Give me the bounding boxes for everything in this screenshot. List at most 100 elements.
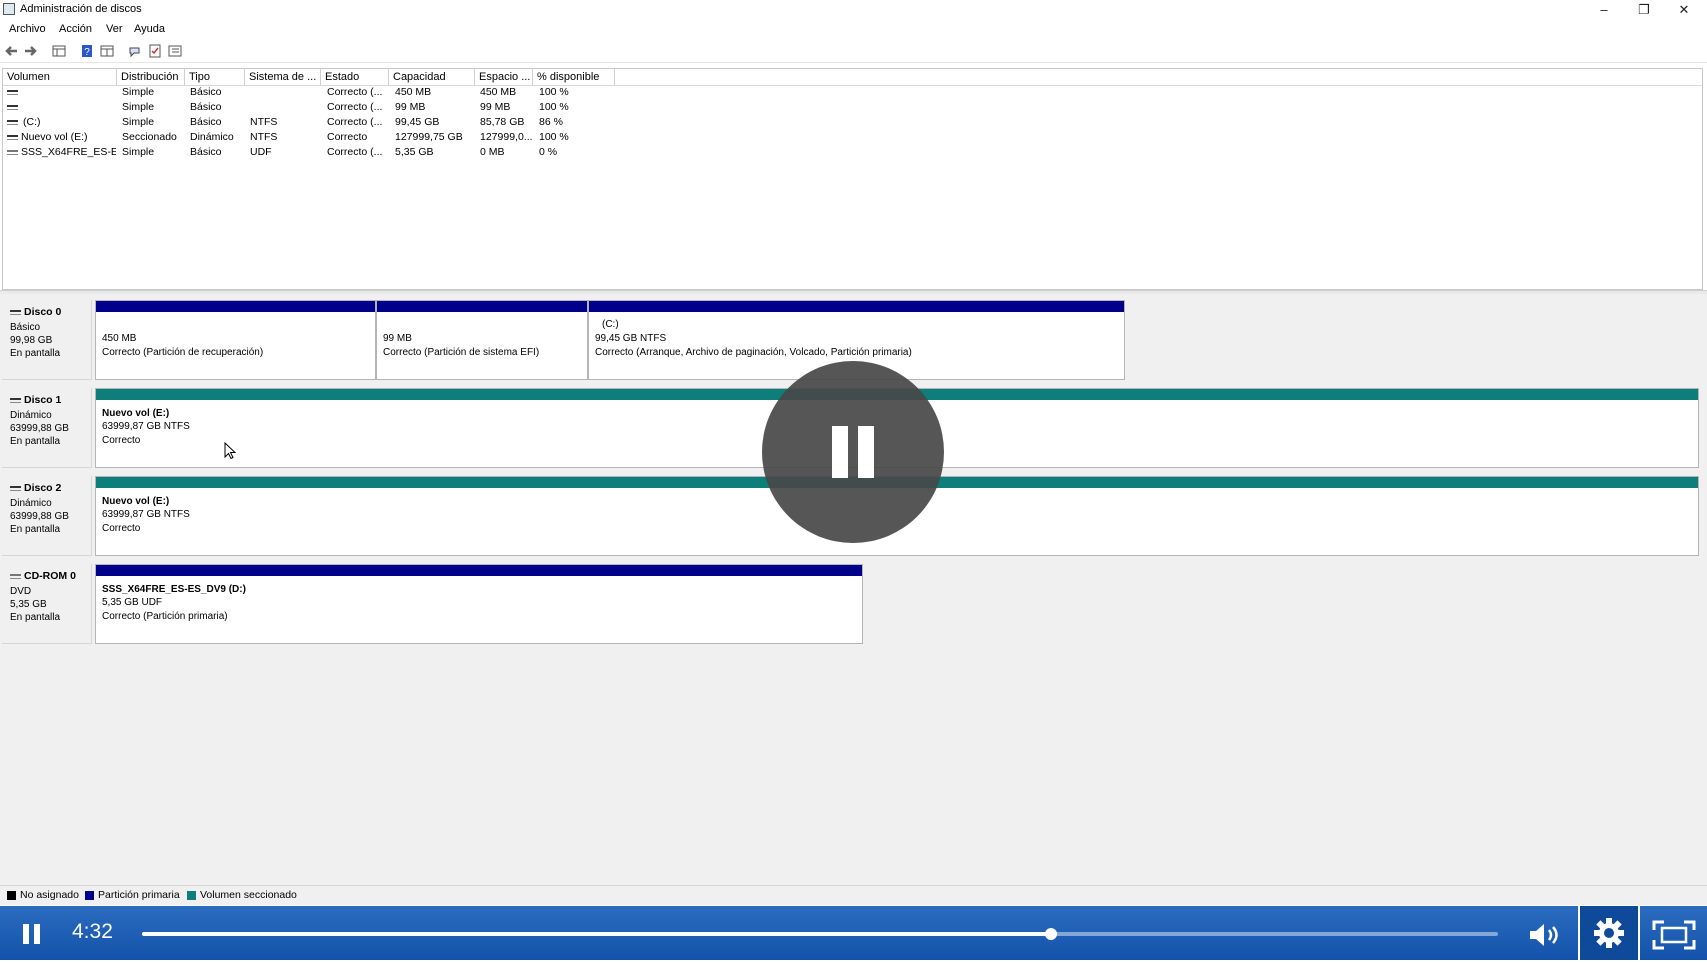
restore-button[interactable]: ❐ [1624, 0, 1664, 20]
disk-size: 99,98 GB [10, 335, 53, 346]
column-sistema[interactable]: Sistema de ... [245, 69, 321, 85]
overlay-pause-button[interactable] [762, 361, 944, 543]
partition-efi[interactable]: 99 MB Correcto (Partición de sistema EFI… [376, 300, 588, 380]
back-arrow-icon[interactable] [4, 44, 18, 58]
column-disponible[interactable]: % disponible [533, 69, 615, 85]
cell-volumen: SSS_X64FRE_ES-ES... [21, 146, 116, 158]
menu-accion[interactable]: Acción [59, 23, 92, 35]
volume-list: Volumen Distribución Tipo Sistema de ...… [2, 68, 1703, 290]
progress-bar[interactable] [142, 928, 1498, 940]
playback-time: 4:32 [72, 920, 113, 943]
disk-1-label[interactable]: Disco 1 Dinámico 63999,88 GB En pantalla [2, 388, 92, 468]
table-row[interactable]: Nuevo vol (E:) Seccionado Dinámico NTFS … [3, 130, 1702, 145]
cdrom-0-label[interactable]: CD-ROM 0 DVD 5,35 GB En pantalla [2, 564, 92, 644]
cell-tipo: Básico [190, 146, 222, 158]
disk-status: En pantalla [10, 348, 61, 359]
partition-size: 99 MB [383, 333, 412, 344]
cell-sistema: NTFS [250, 116, 278, 128]
cell-distribucion: Simple [122, 86, 155, 98]
column-espacio[interactable]: Espacio ... [475, 69, 533, 85]
settings-button[interactable] [1578, 906, 1640, 960]
partition-status: Correcto (Partición primaria) [102, 611, 228, 622]
pause-button[interactable] [20, 922, 44, 946]
partition-bar [589, 301, 1124, 312]
volume-icon [7, 135, 18, 140]
column-estado[interactable]: Estado [321, 69, 389, 85]
disk-icon [10, 485, 21, 491]
minimize-button[interactable]: – [1584, 0, 1624, 20]
settings-gear-icon [1594, 918, 1624, 948]
cell-espacio: 127999,0... [480, 131, 533, 143]
column-tipo[interactable]: Tipo [185, 69, 245, 85]
cell-capacidad: 450 MB [395, 86, 432, 98]
column-capacidad[interactable]: Capacidad [389, 69, 475, 85]
console-tree-icon[interactable] [52, 44, 66, 58]
properties-icon[interactable] [100, 44, 114, 58]
disk-2-label[interactable]: Disco 2 Dinámico 63999,88 GB En pantalla [2, 476, 92, 556]
partition-size: 63999,87 GB NTFS [102, 421, 190, 432]
title-bar: Administración de discos – ❐ ✕ [0, 0, 1707, 20]
connect-icon[interactable] [128, 44, 142, 58]
cell-disponible: 0 % [539, 146, 558, 158]
volume-list-header: Volumen Distribución Tipo Sistema de ...… [3, 69, 1702, 86]
disk-name: Disco 2 [24, 482, 62, 494]
disk-icon [10, 397, 21, 403]
table-row[interactable]: Simple Básico Correcto (... 450 MB 450 M… [3, 85, 1702, 100]
disk-management-app-icon [3, 3, 15, 15]
pause-icon [23, 924, 29, 944]
volume-icon[interactable] [1528, 922, 1564, 948]
partition-bar [96, 565, 862, 576]
forward-arrow-icon[interactable] [24, 44, 38, 58]
menu-archivo[interactable]: Archivo [9, 23, 46, 35]
fullscreen-icon[interactable] [1652, 920, 1696, 950]
cell-capacidad: 127999,75 GB [395, 131, 463, 143]
disk-status: En pantalla [10, 612, 61, 623]
cell-distribucion: Seccionado [122, 131, 177, 143]
partition-status: Correcto [102, 435, 141, 446]
column-volumen[interactable]: Volumen [3, 69, 117, 85]
menu-ayuda[interactable]: Ayuda [134, 23, 165, 35]
table-row[interactable]: (C:) Simple Básico NTFS Correcto (... 99… [3, 115, 1702, 130]
cell-estado: Correcto (... [327, 101, 383, 113]
disk-status: En pantalla [10, 524, 61, 535]
checklist-icon[interactable] [148, 44, 162, 58]
partition-recovery[interactable]: 450 MB Correcto (Partición de recuperaci… [95, 300, 376, 380]
cell-capacidad: 99,45 GB [395, 116, 440, 128]
view-icon[interactable] [168, 44, 182, 58]
cell-disponible: 100 % [539, 86, 569, 98]
cell-espacio: 85,78 GB [480, 116, 525, 128]
disk-status: En pantalla [10, 436, 61, 447]
partition-size: 99,45 GB NTFS [595, 333, 667, 344]
table-row[interactable]: Simple Básico Correcto (... 99 MB 99 MB … [3, 100, 1702, 115]
cell-estado: Correcto (... [327, 116, 383, 128]
progress-knob[interactable] [1044, 928, 1057, 940]
cell-estado: Correcto (... [327, 86, 383, 98]
column-distribucion[interactable]: Distribución [117, 69, 185, 85]
toolbar: ? [0, 40, 1707, 63]
disk-size: 5,35 GB [10, 599, 47, 610]
table-row[interactable]: SSS_X64FRE_ES-ES... Simple Básico UDF Co… [3, 145, 1702, 160]
disk-type: Básico [10, 322, 41, 333]
progress-fill [142, 932, 1051, 936]
legend-unallocated: No asignado [20, 889, 79, 901]
disk-icon [10, 309, 21, 315]
partition-status: Correcto (Partición de sistema EFI) [383, 347, 540, 358]
menu-ver[interactable]: Ver [106, 23, 123, 35]
disk-0-label[interactable]: Disco 0 Básico 99,98 GB En pantalla [2, 300, 92, 380]
cell-distribucion: Simple [122, 146, 155, 158]
help-icon[interactable]: ? [80, 44, 94, 58]
dvd-volume-icon [7, 150, 18, 155]
partition-status: Correcto (Arranque, Archivo de paginació… [595, 347, 912, 358]
cell-disponible: 100 % [539, 131, 569, 143]
cell-distribucion: Simple [122, 116, 155, 128]
partition-size: 63999,87 GB NTFS [102, 509, 190, 520]
cell-sistema: UDF [250, 146, 272, 158]
svg-text:?: ? [84, 47, 90, 58]
disk-type: Dinámico [10, 498, 52, 509]
legend-primary: Partición primaria [98, 889, 180, 901]
partition-title: Nuevo vol (E:) [102, 496, 170, 507]
close-button[interactable]: ✕ [1664, 0, 1704, 20]
partition-size: 450 MB [102, 333, 137, 344]
partition-d-dvd[interactable]: SSS_X64FRE_ES-ES_DV9 (D:) 5,35 GB UDF Co… [95, 564, 863, 644]
legend-swatch-spanned [187, 891, 196, 900]
